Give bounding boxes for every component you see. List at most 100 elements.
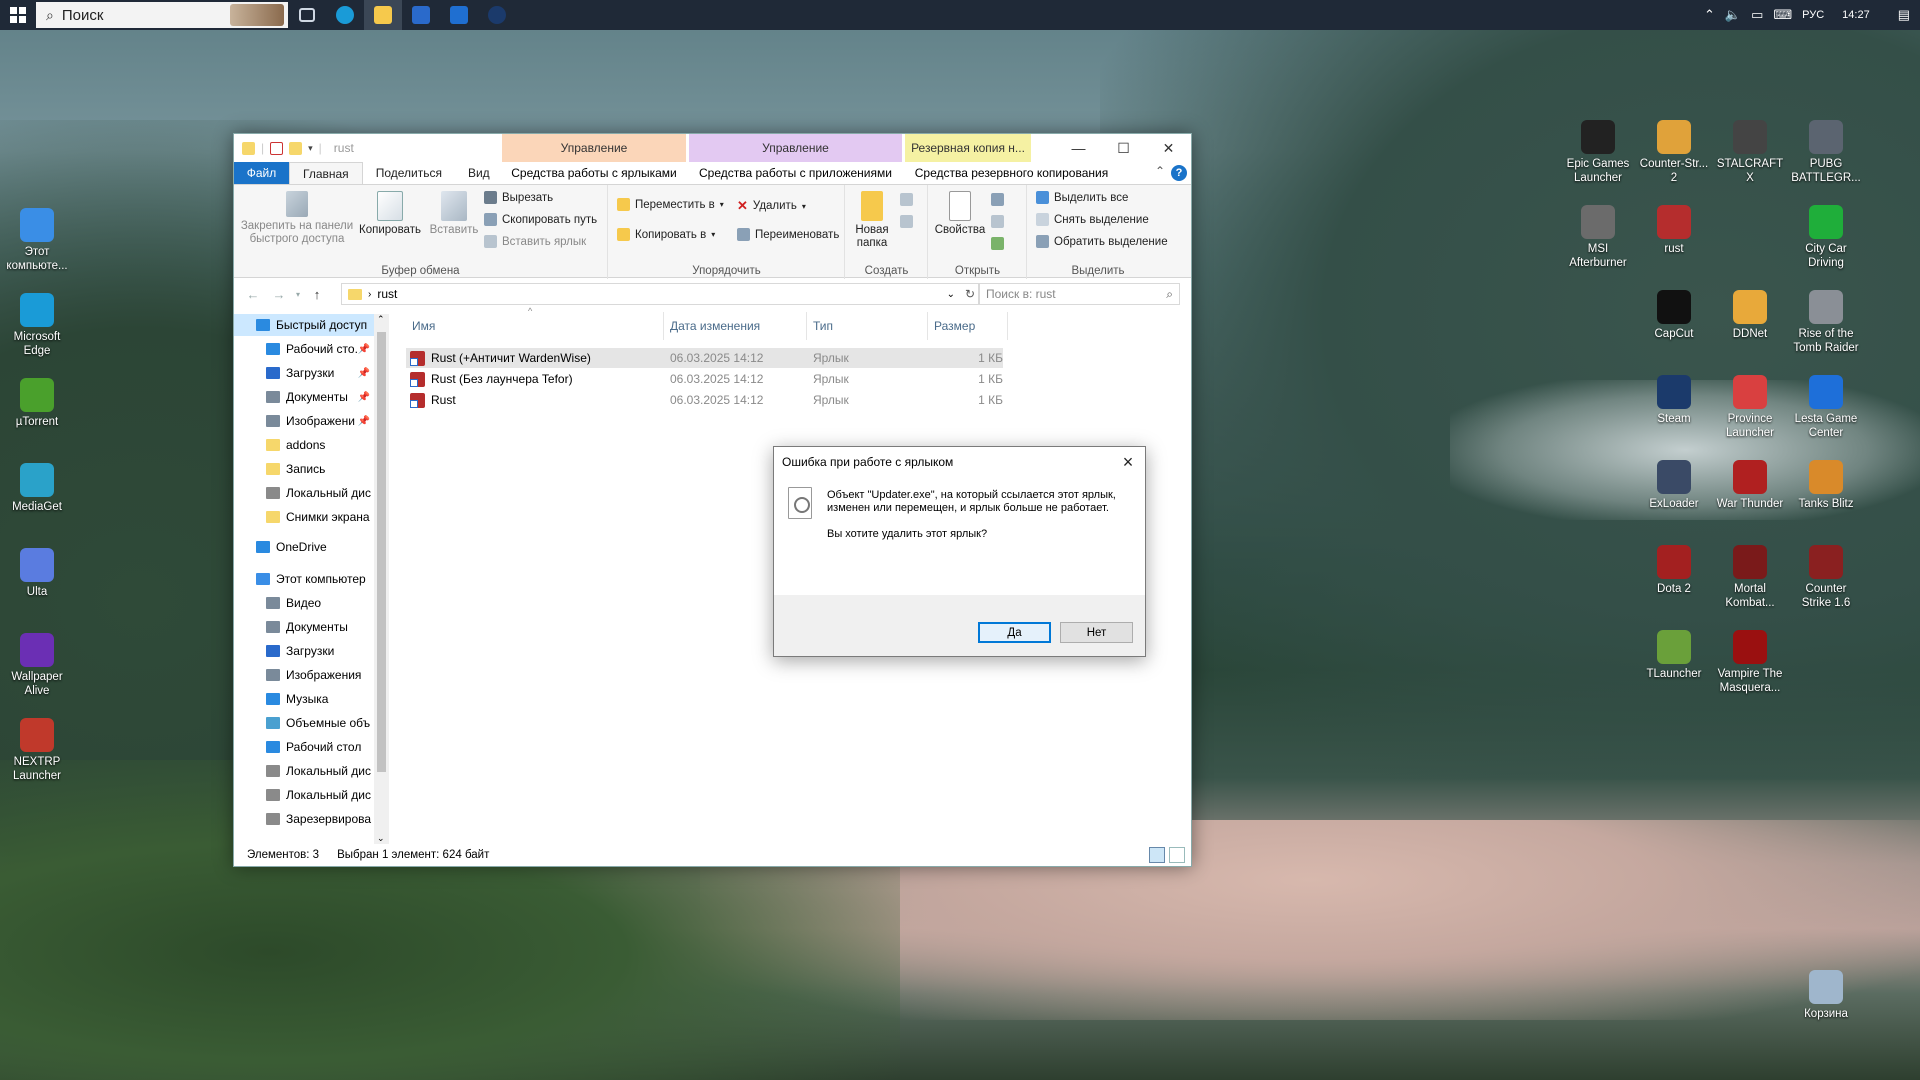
rename-button[interactable]: Переименовать [737,228,839,241]
tab-view[interactable]: Вид [455,162,503,184]
select-all-button[interactable]: Выделить все [1036,191,1128,204]
large-icons-view-icon[interactable] [1169,847,1185,863]
tab-share[interactable]: Поделиться [363,162,455,184]
nav-item[interactable]: Рабочий стол [234,736,374,758]
dialog-close-icon[interactable]: × [1111,447,1145,477]
scroll-up-icon[interactable]: ⌃ [377,314,385,325]
tab-shortcut-tools[interactable]: Средства работы с ярлыками [502,162,686,184]
address-bar[interactable]: › rust ⌄ ↻ [341,283,980,305]
taskbar-store[interactable] [402,0,440,30]
start-button[interactable] [0,0,36,30]
yes-button[interactable]: Да [978,622,1051,643]
table-row[interactable]: Rust 06.03.2025 14:12 Ярлык 1 КБ [406,390,1003,410]
desktop-icon-tlauncher[interactable]: TLauncher [1638,630,1710,681]
no-button[interactable]: Нет [1060,622,1133,643]
desktop-icon-dota2[interactable]: Dota 2 [1638,545,1710,596]
title-bar[interactable]: | ▾ | rust Управление Управление Резервн… [234,134,1191,162]
desktop-icon-vampire[interactable]: Vampire The Masquera... [1714,630,1786,695]
paste-button[interactable]: Вставить [424,191,484,237]
desktop-icon-mortal-kombat[interactable]: Mortal Kombat... [1714,545,1786,610]
refresh-icon[interactable]: ↻ [965,287,975,301]
details-view-icon[interactable] [1149,847,1165,863]
desktop-icon-cs16[interactable]: Counter Strike 1.6 [1790,545,1862,610]
invert-selection-button[interactable]: Обратить выделение [1036,235,1168,248]
taskbar-edge[interactable] [326,0,364,30]
column-header-type[interactable]: Тип [807,312,928,340]
desktop-icon-capcut[interactable]: CapCut [1638,290,1710,341]
nav-item[interactable]: Снимки экрана [234,506,374,528]
nav-item[interactable]: Изображени 📌 [234,410,374,432]
move-to-button[interactable]: Переместить в ▾ [617,198,724,211]
history-button[interactable] [991,237,1004,250]
cut-button[interactable]: Вырезать [484,191,553,204]
column-header-date[interactable]: Дата изменения [664,312,807,340]
desktop-icon-nextrp[interactable]: NEXTRP Launcher [1,718,73,783]
desktop-icon-tomb-raider[interactable]: Rise of the Tomb Raider [1790,290,1862,355]
address-dropdown-icon[interactable]: ⌄ [947,289,955,300]
nav-item[interactable]: Видео [234,592,374,614]
copy-button[interactable]: Копировать [358,191,422,237]
keyboard-icon[interactable]: ⌨ [1773,7,1792,23]
desktop-icon-rust[interactable]: rust [1638,205,1710,256]
clock[interactable]: 14:27 [1842,9,1870,21]
table-row[interactable]: Rust (+Античит WardenWise) 06.03.2025 14:… [406,348,1003,368]
nav-scrollbar[interactable]: ⌃ ⌄ [374,314,389,844]
nav-item[interactable]: Документы 📌 [234,386,374,408]
maximize-button[interactable]: ☐ [1101,134,1146,162]
up-icon[interactable]: ↑ [304,287,330,302]
properties-icon[interactable] [270,141,284,155]
nav-item[interactable]: Рабочий сто. 📌 [234,338,374,360]
dialog-title-bar[interactable]: Ошибка при работе с ярлыком × [774,447,1145,477]
desktop-icon-wallpaper-alive[interactable]: Wallpaper Alive [1,633,73,698]
nav-item[interactable]: Быстрый доступ [234,314,374,336]
nav-item[interactable]: addons [234,434,374,456]
collapse-ribbon-icon[interactable]: ⌃ [1155,164,1165,178]
properties-button[interactable]: Свойства [933,191,987,237]
edit-button[interactable] [991,215,1004,228]
desktop-icon-ddnet[interactable]: DDNet [1714,290,1786,341]
nav-item[interactable]: Объемные объ [234,712,374,734]
taskbar-search[interactable]: ⌕ Поиск [36,2,288,28]
column-header-size[interactable]: Размер [928,312,1008,340]
nav-item[interactable]: Изображения [234,664,374,686]
taskbar-outlook[interactable] [440,0,478,30]
nav-item[interactable]: Зарезервирова [234,808,374,830]
desktop-icon-edge[interactable]: Microsoft Edge [1,293,73,358]
desktop-icon-ulta[interactable]: Ulta [1,548,73,599]
nav-item[interactable]: OneDrive [234,536,374,558]
desktop-icon-exloader[interactable]: ExLoader [1638,460,1710,511]
nav-scroll-thumb[interactable] [377,332,386,772]
tab-file[interactable]: Файл [234,162,289,184]
folder-search-input[interactable]: Поиск в: rust ⌕ [978,283,1180,305]
new-item-button[interactable] [900,193,913,206]
desktop-icon-recycle-bin[interactable]: Корзина [1790,970,1862,1021]
nav-item[interactable]: Локальный дис [234,760,374,782]
nav-item[interactable]: Загрузки [234,640,374,662]
select-none-button[interactable]: Снять выделение [1036,213,1149,226]
new-folder-icon[interactable] [289,141,303,155]
table-row[interactable]: Rust (Без лаунчера Tefor) 06.03.2025 14:1… [406,369,1003,389]
desktop-icon-province[interactable]: Province Launcher [1714,375,1786,440]
desktop-icon-city-car-driving[interactable]: City Car Driving [1790,205,1862,270]
back-icon[interactable]: ← [240,287,266,302]
copy-to-button[interactable]: Копировать в ▾ [617,228,715,241]
notifications-icon[interactable]: ▤ [1898,7,1910,23]
pin-quick-access-button[interactable]: Закрепить на панели быстрого доступа [240,191,354,246]
nav-item[interactable]: Запись [234,458,374,480]
network-icon[interactable]: ▭ [1751,7,1763,23]
tab-home[interactable]: Главная [289,162,363,184]
volume-icon[interactable]: 🔈 [1725,7,1741,23]
desktop-icon-steam[interactable]: Steam [1638,375,1710,426]
desktop-icon-pubg[interactable]: PUBG BATTLEGR... [1790,120,1862,185]
language-indicator[interactable]: РУС [1802,9,1824,21]
copy-path-button[interactable]: Скопировать путь [484,213,597,226]
tab-app-tools[interactable]: Средства работы с приложениями [689,162,902,184]
desktop-icon-cs2[interactable]: Counter-Str... 2 [1638,120,1710,185]
desktop-icon-lesta[interactable]: Lesta Game Center [1790,375,1862,440]
desktop-icon-mediaget[interactable]: MediaGet [1,463,73,514]
help-icon[interactable]: ? [1171,165,1187,181]
qat-dropdown-icon[interactable]: ▾ [308,143,313,154]
nav-item[interactable]: Загрузки 📌 [234,362,374,384]
delete-button[interactable]: ✕ Удалить ▾ [737,198,806,214]
desktop-icon-epic-games[interactable]: Epic Games Launcher [1562,120,1634,185]
